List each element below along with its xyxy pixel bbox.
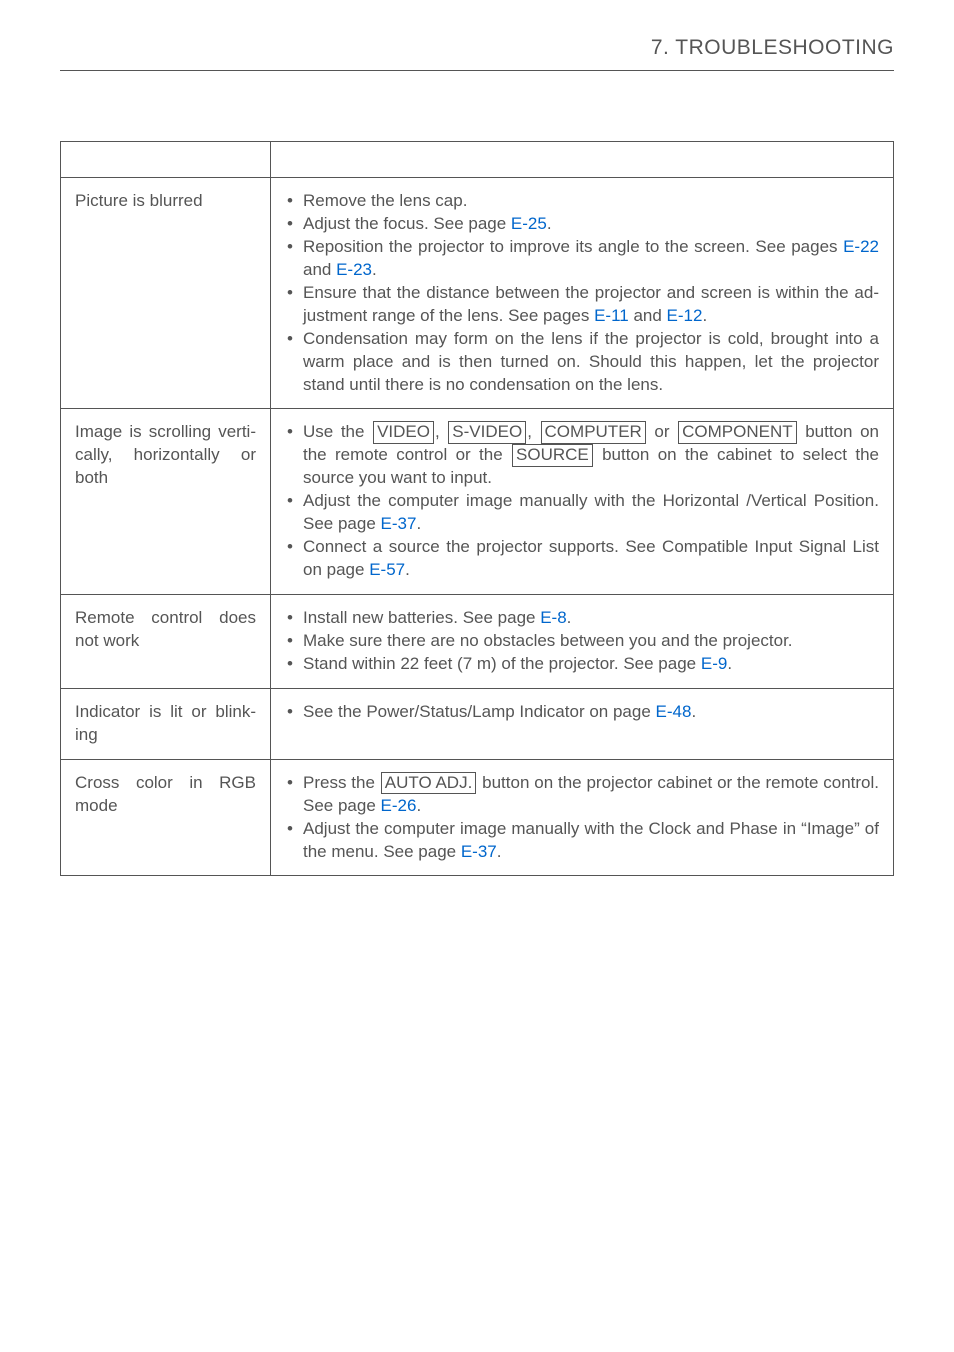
page-link[interactable]: E-8 [540,608,566,627]
problem-cell: Picture is blurred [61,178,271,409]
s-video-button-icon: S-VIDEO [448,421,526,443]
remedy-cell: Remove the lens cap. Adjust the focus. S… [271,178,894,409]
remedy-cell: See the Power/Status/Lamp Indicator on p… [271,688,894,759]
table-row: Cross color in RGB mode Press the AUTO A… [61,759,894,876]
page-link[interactable]: E-12 [667,306,703,325]
page-link[interactable]: E-57 [369,560,405,579]
problem-cell: Image is scrolling verti­cally, horizont… [61,409,271,595]
section-heading: 7. TROUBLESHOOTING [60,36,894,71]
list-item: Install new batteries. See page E-8. [285,607,879,630]
list-item: Reposition the projector to improve its … [285,236,879,282]
table-row: Picture is blurred Remove the lens cap. … [61,178,894,409]
page-link[interactable]: E-48 [656,702,692,721]
list-item: Press the AUTO ADJ. button on the projec… [285,772,879,818]
component-button-icon: COMPONENT [678,421,797,443]
list-item: Adjust the focus. See page E-25. [285,213,879,236]
header-problem [61,142,271,178]
page-link[interactable]: E-23 [336,260,372,279]
table-row: Indicator is lit or blink­ing See the Po… [61,688,894,759]
list-item: Condensation may form on the lens if the… [285,328,879,397]
remedy-cell: Use the VIDEO, S-VIDEO, COMPUTER or COMP… [271,409,894,595]
list-item: Remove the lens cap. [285,190,879,213]
remedy-cell: Install new batteries. See page E-8. Mak… [271,595,894,689]
auto-adj-button-icon: AUTO ADJ. [381,772,477,794]
video-button-icon: VIDEO [373,421,434,443]
page-link[interactable]: E-37 [381,514,417,533]
list-item: Stand within 22 feet (7 m) of the projec… [285,653,879,676]
source-button-icon: SOURCE [512,444,593,466]
troubleshooting-table: Picture is blurred Remove the lens cap. … [60,141,894,876]
table-row: Image is scrolling verti­cally, horizont… [61,409,894,595]
page-link[interactable]: E-22 [843,237,879,256]
list-item: See the Power/Status/Lamp Indicator on p… [285,701,879,724]
page-link[interactable]: E-11 [594,306,629,325]
page-link[interactable]: E-25 [511,214,547,233]
list-item: Make sure there are no obstacles between… [285,630,879,653]
list-item: Connect a source the projector supports.… [285,536,879,582]
page-link[interactable]: E-9 [701,654,727,673]
page-link[interactable]: E-37 [461,842,497,861]
table-row: Remote control does not work Install new… [61,595,894,689]
list-item: Adjust the computer image manually with … [285,818,879,864]
list-item: Ensure that the distance between the pro… [285,282,879,328]
header-remedy [271,142,894,178]
problem-cell: Indicator is lit or blink­ing [61,688,271,759]
remedy-cell: Press the AUTO ADJ. button on the projec… [271,759,894,876]
problem-cell: Cross color in RGB mode [61,759,271,876]
page-link[interactable]: E-26 [381,796,417,815]
problem-cell: Remote control does not work [61,595,271,689]
list-item: Use the VIDEO, S-VIDEO, COMPUTER or COMP… [285,421,879,490]
computer-button-icon: COMPUTER [541,421,646,443]
list-item: Adjust the computer image manually with … [285,490,879,536]
